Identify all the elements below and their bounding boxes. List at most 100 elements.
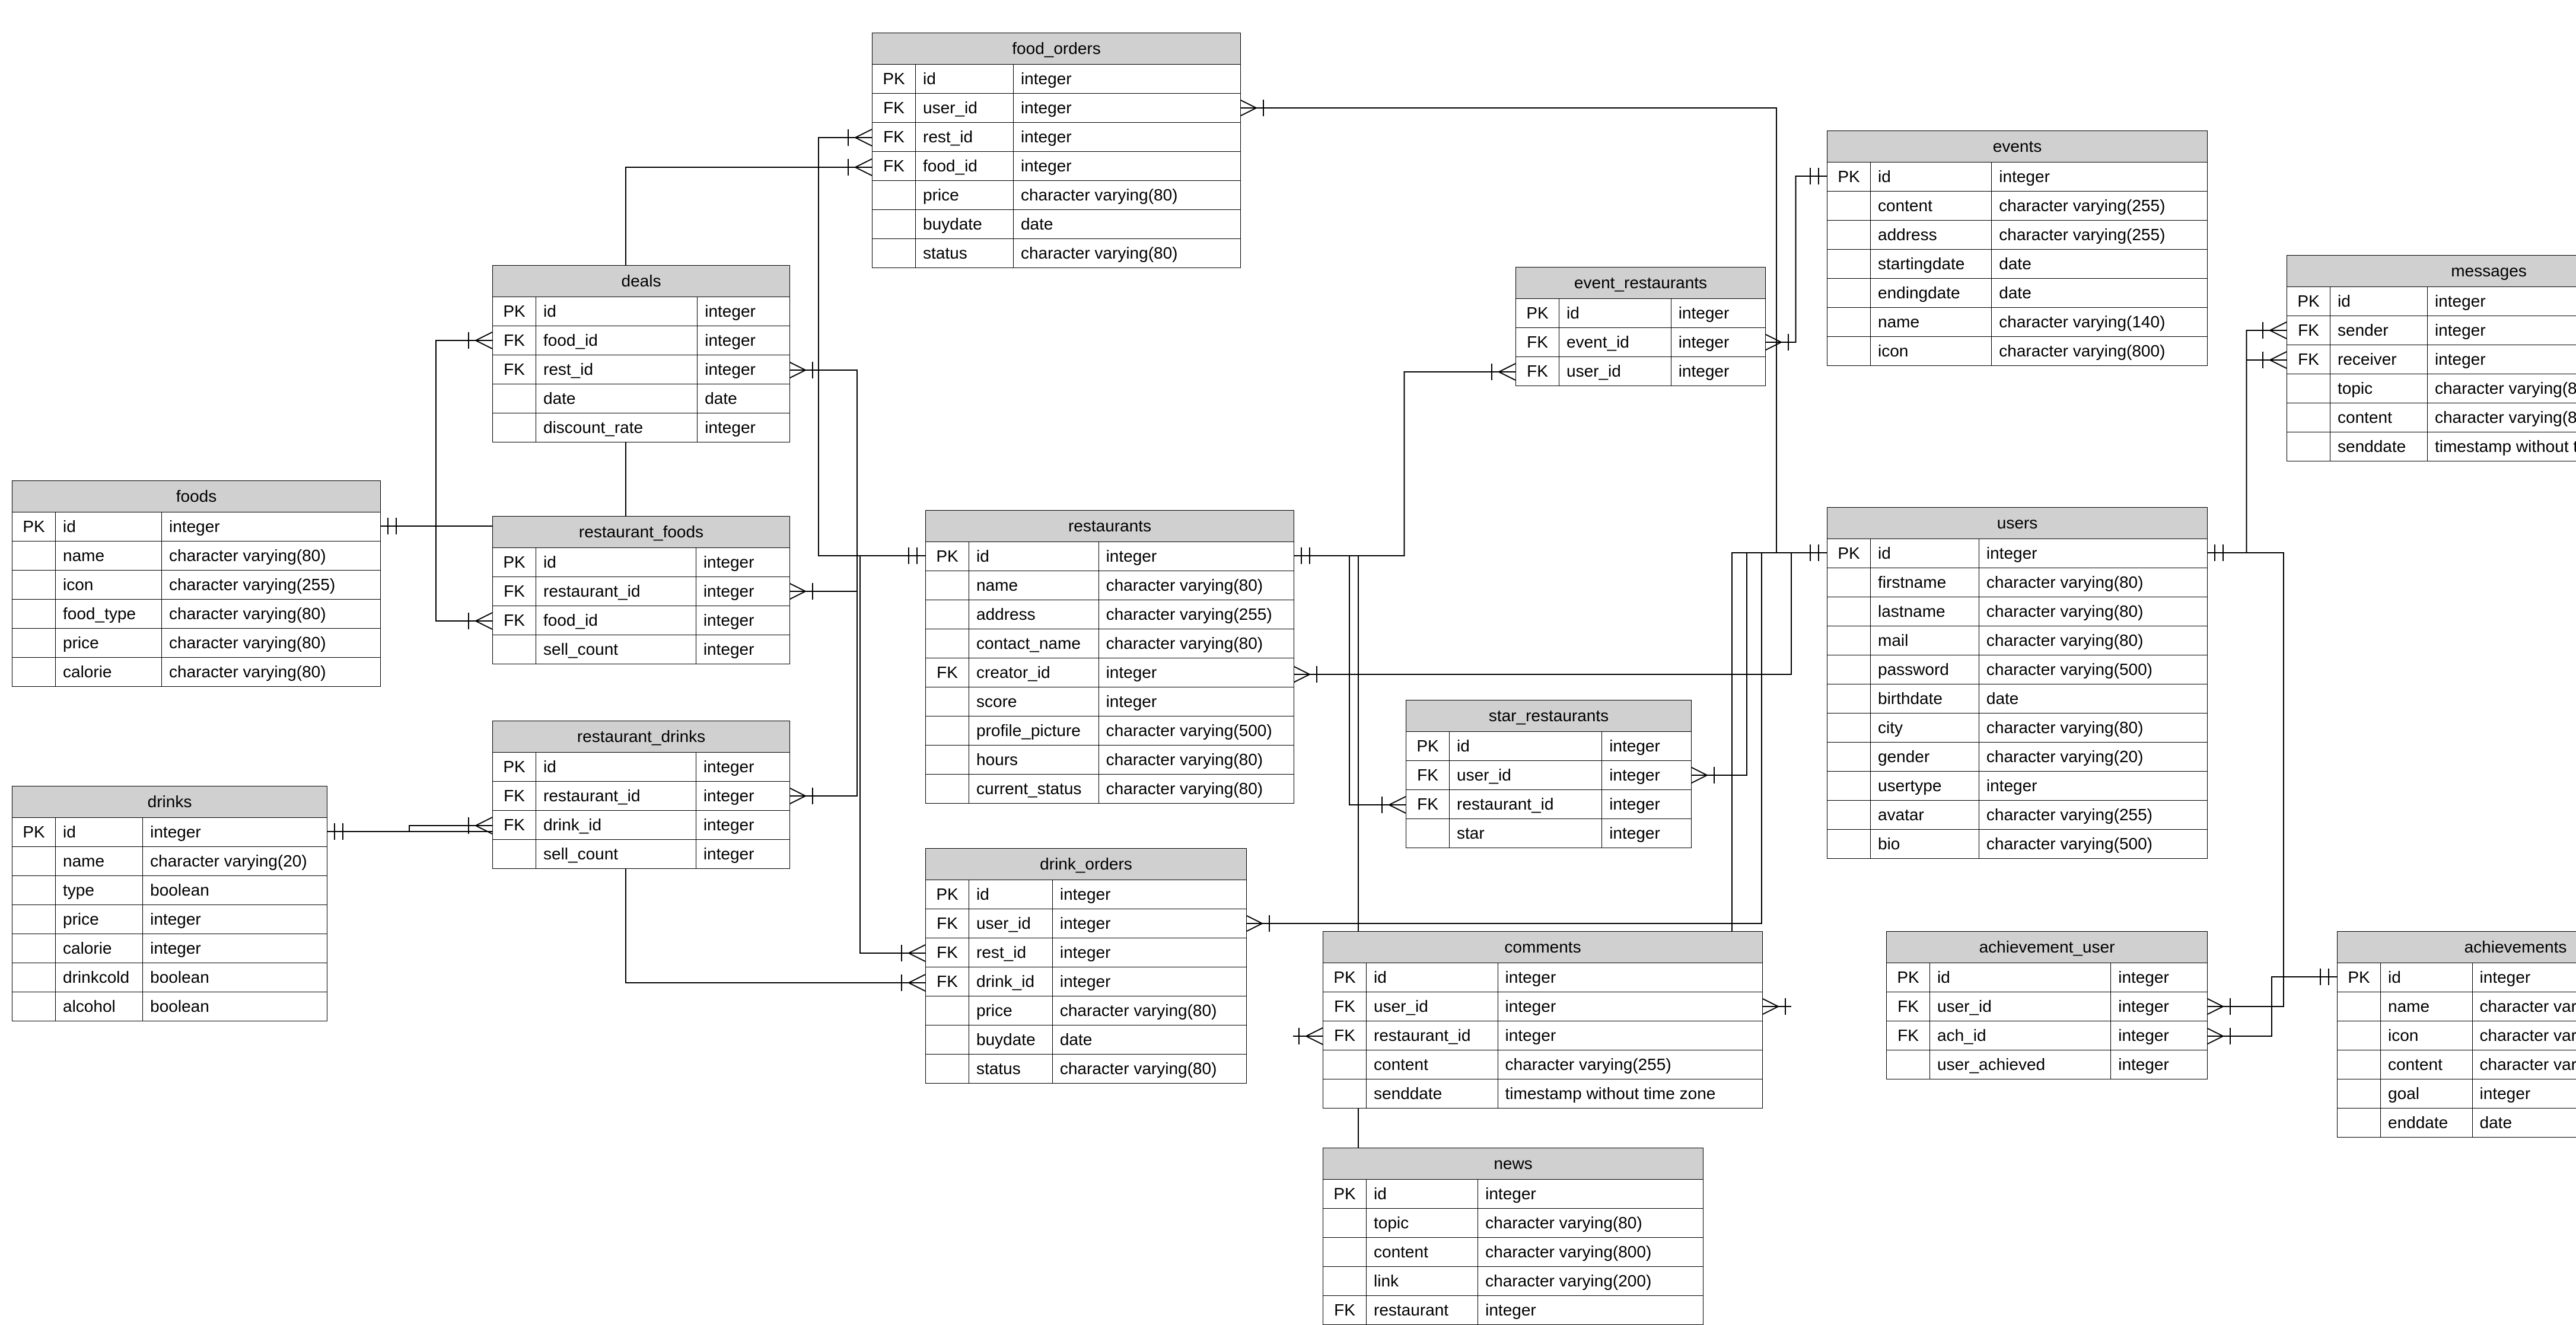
table-row: starinteger [1406,819,1691,848]
column-key [1323,1238,1367,1267]
column-name: birthdate [1871,684,1979,714]
column-name: address [1871,221,1992,250]
relationship-restaurant_drinks-restaurants [789,547,925,804]
column-type: character varying(800) [2427,403,2576,432]
column-name: restaurant_id [1450,790,1602,819]
column-type: date [1013,210,1240,239]
column-key [493,384,536,413]
column-type: character varying(80) [2427,374,2576,403]
column-name: gender [1871,743,1979,772]
column-type: integer [2111,992,2207,1021]
table-row: FKrestaurant_idinteger [493,782,789,811]
table-header: restaurants [926,511,1294,542]
column-key [12,542,56,571]
column-key [926,600,969,629]
column-name: sender [2330,316,2428,345]
table-foods: foodsPKidintegernamecharacter varying(80… [12,480,381,687]
column-key: PK [926,880,969,909]
table-row: current_statuscharacter varying(80) [926,775,1294,804]
column-type: integer [2111,963,2207,992]
column-name: buydate [916,210,1014,239]
table-row: FKrestaurant_idinteger [1323,1021,1762,1050]
table-row: PKidinteger [1827,163,2207,192]
column-type: character varying(20) [1979,743,2207,772]
column-type: character varying(80) [162,629,380,658]
relationship-foods-restaurant_foods [380,518,492,629]
table-row: linkcharacter varying(200) [1323,1267,1703,1296]
column-key [926,1055,969,1084]
column-type: integer [1671,357,1765,386]
column-type: integer [2472,1079,2576,1109]
column-name: id [536,548,696,577]
column-type: integer [698,413,789,442]
column-type: character varying(140) [1992,308,2207,337]
table-header: foods [12,481,380,512]
column-name: id [2330,287,2428,316]
table-row: PKidinteger [493,753,789,782]
column-key [1827,279,1871,308]
column-key: PK [493,753,536,782]
column-key [12,571,56,600]
column-type: integer [2472,963,2576,992]
column-name: rest_id [969,938,1053,967]
relationship-restaurants-star_restaurants [1293,547,1406,813]
column-key: PK [1516,299,1559,328]
column-type: integer [696,811,789,840]
table-row: hourscharacter varying(80) [926,746,1294,775]
table-row: sell_countinteger [493,840,789,869]
column-key [1827,743,1871,772]
column-name: discount_rate [536,413,698,442]
table-row: namecharacter varying(80) [12,542,380,571]
column-name: hours [969,746,1099,775]
column-key [1323,1050,1367,1079]
column-key: FK [926,938,969,967]
column-key: FK [926,967,969,996]
column-key [1827,192,1871,221]
column-name: restaurant_id [1367,1021,1498,1050]
table-row: topiccharacter varying(80) [2287,374,2576,403]
table-row: alcoholboolean [12,992,327,1021]
column-key: PK [493,548,536,577]
table-row: drinkcoldboolean [12,963,327,992]
table-users: usersPKidintegerfirstnamecharacter varyi… [1827,507,2208,859]
column-type: integer [1478,1180,1703,1209]
table-row: FKuser_idinteger [1516,357,1765,386]
column-key [1827,830,1871,859]
column-key [926,746,969,775]
column-name: name [56,542,162,571]
table-row: buydatedate [926,1025,1246,1055]
table-row: FKuser_idinteger [926,909,1246,938]
column-name: contact_name [969,629,1099,658]
table-row: food_typecharacter varying(80) [12,600,380,629]
table-row: contentcharacter varying(255) [1323,1050,1762,1079]
column-key [1827,714,1871,743]
column-type: character varying(255) [2472,1021,2576,1050]
column-name: address [969,600,1099,629]
column-type: integer [696,753,789,782]
column-name: name [56,847,143,876]
column-type: integer [696,840,789,869]
table-row: namecharacter varying(80) [2338,992,2576,1021]
table-row: FKreceiverinteger [2287,345,2576,374]
table-header: event_restaurants [1516,267,1765,299]
column-key [2338,992,2381,1021]
column-key [12,963,56,992]
column-name: id [2381,963,2473,992]
column-key [12,934,56,963]
column-name: event_id [1559,328,1671,357]
column-type: character varying(80) [1979,626,2207,655]
column-type: integer [1671,299,1765,328]
column-key [12,992,56,1021]
column-type: character varying(500) [1098,716,1294,746]
column-type: integer [143,818,327,847]
table-row: FKrestaurant_idinteger [1406,790,1691,819]
column-name: id [1871,539,1979,568]
column-type: integer [1013,152,1240,181]
column-key [1827,308,1871,337]
relationship-restaurants-users [1293,544,1827,683]
column-key [2287,374,2330,403]
table-row: pricecharacter varying(80) [926,996,1246,1025]
table-row: PKidinteger [493,548,789,577]
column-key [1827,655,1871,684]
column-key: FK [926,909,969,938]
